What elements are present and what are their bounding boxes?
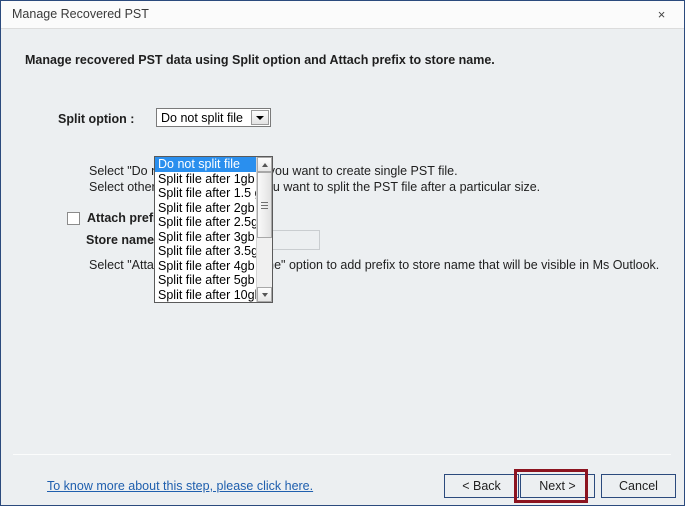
grip-icon: [261, 201, 268, 209]
chevron-down-glyph: [256, 115, 264, 120]
split-option-combobox[interactable]: Do not split file: [156, 108, 271, 127]
help-link[interactable]: To know more about this step, please cli…: [47, 479, 313, 493]
dropdown-option[interactable]: Split file after 4gb: [155, 259, 256, 274]
cancel-button[interactable]: Cancel: [601, 474, 676, 498]
split-option-value: Do not split file: [161, 111, 243, 125]
triangle-up-glyph: [261, 162, 268, 167]
next-button[interactable]: Next >: [520, 474, 595, 498]
window-title: Manage Recovered PST: [12, 7, 149, 21]
dialog-body: Manage recovered PST data using Split op…: [1, 29, 684, 505]
dropdown-option[interactable]: Split file after 3gb: [155, 230, 256, 245]
scroll-down-icon[interactable]: [257, 287, 272, 302]
cancel-button-label: Cancel: [619, 479, 658, 493]
split-option-label: Split option :: [58, 112, 135, 126]
page-heading: Manage recovered PST data using Split op…: [25, 53, 495, 67]
dropdown-scrollbar[interactable]: [256, 157, 272, 302]
back-button[interactable]: < Back: [444, 474, 519, 498]
footer-divider: [13, 454, 671, 455]
dropdown-option[interactable]: Split file after 2.5gb: [155, 215, 256, 230]
title-bar: Manage Recovered PST ×: [1, 1, 684, 29]
dropdown-option[interactable]: Split file after 5gb: [155, 273, 256, 288]
dropdown-options-container: Do not split file Split file after 1gb Spl…: [155, 157, 256, 302]
hint-line-1: Select "Do not split file" option if you…: [89, 164, 458, 178]
chevron-down-icon[interactable]: [251, 110, 269, 125]
dropdown-option[interactable]: Split file after 2gb: [155, 201, 256, 216]
dropdown-option[interactable]: Split file after 1gb: [155, 172, 256, 187]
scrollbar-thumb[interactable]: [257, 172, 272, 238]
attach-prefix-checkbox[interactable]: [67, 211, 80, 225]
dropdown-option[interactable]: Split file after 3.5gb: [155, 244, 256, 259]
dropdown-option[interactable]: Split file after 10gb: [155, 288, 256, 303]
dropdown-option[interactable]: Do not split file: [155, 157, 256, 172]
dropdown-option[interactable]: Split file after 1.5 gb: [155, 186, 256, 201]
scroll-up-icon[interactable]: [257, 157, 272, 172]
split-option-dropdown-list[interactable]: Do not split file Split file after 1gb Spl…: [154, 156, 273, 303]
triangle-down-glyph: [261, 292, 268, 297]
store-name-label: Store name :: [86, 233, 162, 247]
back-button-label: < Back: [462, 479, 501, 493]
dialog-window: Manage Recovered PST × Manage recovered …: [0, 0, 685, 506]
close-icon: ×: [657, 7, 666, 22]
next-button-label: Next >: [539, 479, 576, 493]
close-button[interactable]: ×: [639, 1, 684, 28]
